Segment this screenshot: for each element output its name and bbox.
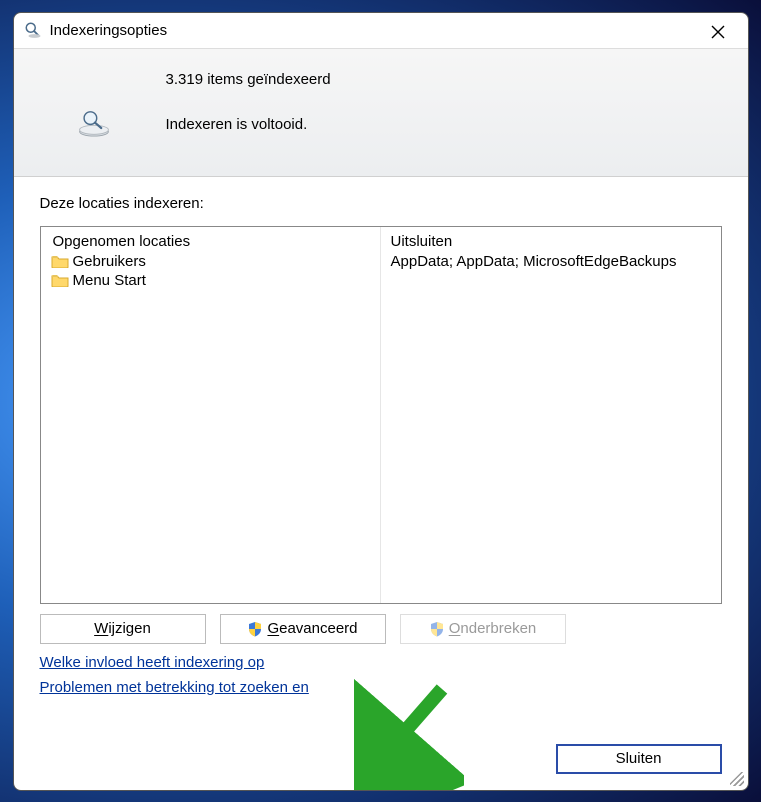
locations-list: Opgenomen locaties Gebruikers Menu Start…: [40, 226, 722, 604]
window-title: Indexeringsopties: [50, 22, 168, 39]
exclude-text: AppData; AppData; MicrosoftEdgeBackups: [391, 252, 711, 271]
button-label: Geavanceerd: [267, 620, 357, 637]
pause-button: Onderbreken: [400, 614, 566, 644]
indexing-options-icon: [24, 21, 42, 39]
indexed-count: 3.319 items geïndexeerd: [166, 71, 748, 88]
indexing-options-window: Indexeringsopties 3.319 items geïndexeer…: [13, 12, 749, 791]
button-label: Wijzigen: [94, 620, 151, 637]
included-column: Opgenomen locaties Gebruikers Menu Start: [41, 227, 381, 603]
magnifier-drive-icon: [76, 110, 112, 140]
list-item[interactable]: Gebruikers: [51, 252, 370, 271]
help-link-troubleshoot[interactable]: Problemen met betrekking tot zoeken en: [40, 679, 309, 696]
indexing-status-text: Indexeren is voltooid.: [166, 116, 308, 133]
locations-label: Deze locaties indexeren:: [40, 195, 722, 212]
titlebar: Indexeringsopties: [14, 13, 748, 49]
body-area: Deze locaties indexeren: Opgenomen locat…: [14, 177, 748, 744]
resize-grip[interactable]: [730, 772, 744, 786]
folder-icon: [51, 254, 69, 268]
help-link-influence[interactable]: Welke invloed heeft indexering op: [40, 654, 265, 671]
list-item[interactable]: Menu Start: [51, 271, 370, 290]
folder-icon: [51, 273, 69, 287]
close-button[interactable]: Sluiten: [556, 744, 722, 774]
button-label: Onderbreken: [449, 620, 537, 637]
shield-icon: [429, 621, 445, 637]
status-header: 3.319 items geïndexeerd Indexeren is vol…: [14, 49, 748, 177]
modify-button[interactable]: Wijzigen: [40, 614, 206, 644]
close-window-button[interactable]: [696, 17, 740, 47]
advanced-button[interactable]: Geavanceerd: [220, 614, 386, 644]
included-header: Opgenomen locaties: [51, 233, 370, 252]
list-item-label: Menu Start: [73, 272, 146, 289]
list-item-label: Gebruikers: [73, 253, 146, 270]
exclude-header: Uitsluiten: [391, 233, 711, 252]
help-links: Welke invloed heeft indexering op Proble…: [40, 654, 722, 696]
button-row: Wijzigen Geavanceerd Onderbreken: [40, 614, 722, 644]
shield-icon: [247, 621, 263, 637]
exclude-column: Uitsluiten AppData; AppData; MicrosoftEd…: [381, 227, 721, 603]
footer: Sluiten: [14, 744, 748, 790]
